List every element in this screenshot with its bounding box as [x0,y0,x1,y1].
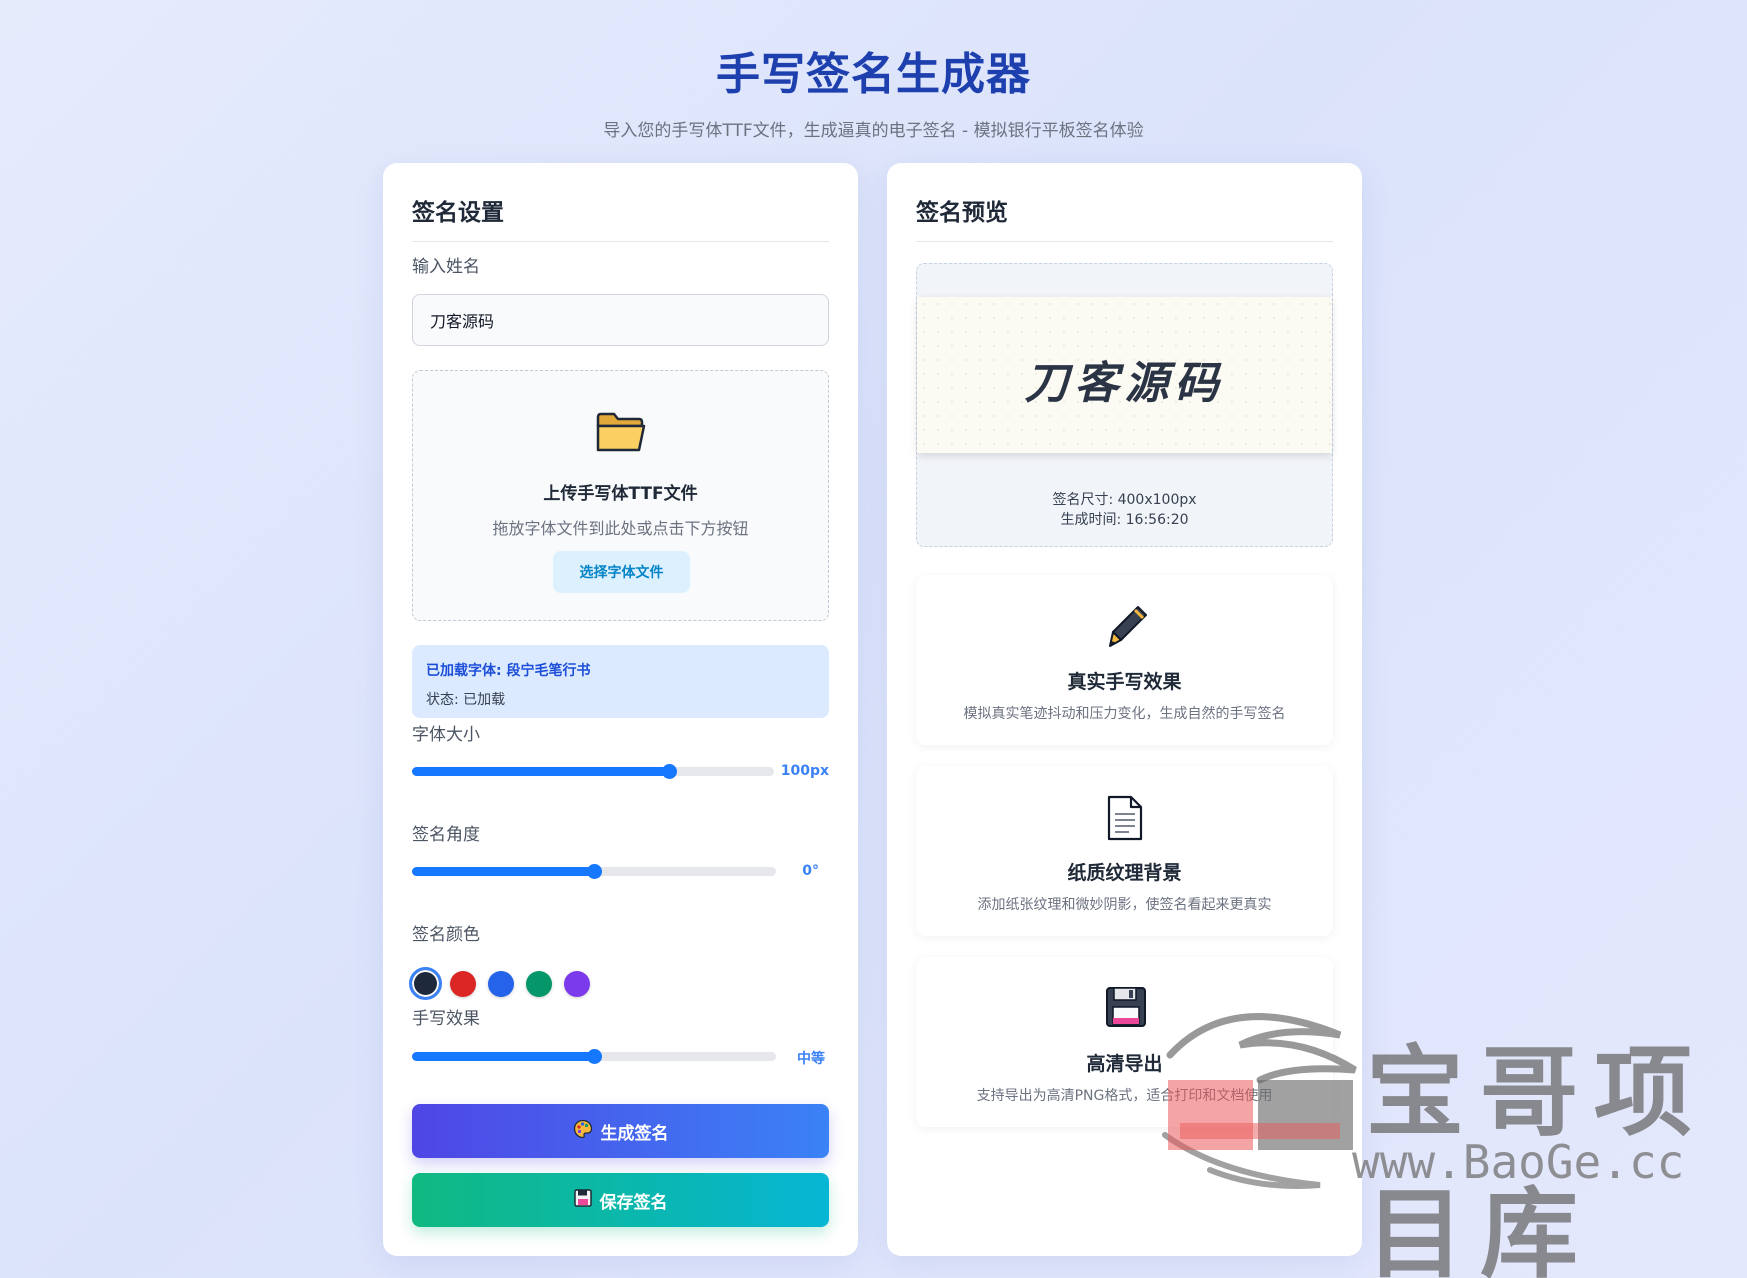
feature-title: 纸质纹理背景 [1067,862,1182,884]
name-label: 输入姓名 [412,257,480,277]
feature-desc: 添加纸张纹理和微妙阴影，使签名看起来更真实 [977,897,1272,913]
effect-slider-thumb[interactable] [587,1049,602,1064]
generate-time-text: 生成时间: 16:56:20 [1060,512,1189,528]
effect-value: 中等 [797,1051,825,1067]
floppy-icon [1104,985,1148,1033]
signature-size-text: 签名尺寸: 400x100px [1052,492,1197,508]
feature-hd-export: 高清导出 支持导出为高清PNG格式，适合打印和文档使用 [916,957,1333,1127]
angle-slider[interactable] [412,864,776,879]
folder-icon [595,411,647,457]
watermark-text: 宝哥项目库 [1366,1035,1709,1278]
feature-desc: 支持导出为高清PNG格式，适合打印和文档使用 [976,1088,1273,1104]
preview-card: 签名预览 刀客源码 签名尺寸: 400x100px 生成时间: 16:56:20… [887,163,1362,1256]
font-size-label: 字体大小 [412,725,480,745]
preview-title: 签名预览 [916,193,1333,242]
generate-button-label: 生成签名 [600,1123,669,1144]
settings-card: 签名设置 输入姓名 上传手写体TTF文件 拖放字体文件到此处或点击下方按钮 选择… [383,163,858,1256]
effect-label: 手写效果 [412,1009,480,1029]
feature-paper-texture: 纸质纹理背景 添加纸张纹理和微妙阴影，使签名看起来更真实 [916,766,1333,936]
generate-signature-button[interactable]: 生成签名 [412,1104,829,1158]
font-status-panel: 已加载字体: 段宁毛笔行书 状态: 已加载 [412,645,829,718]
upload-title: 上传手写体TTF文件 [543,484,698,504]
choose-font-button[interactable]: 选择字体文件 [553,551,690,593]
loaded-font-text: 已加载字体: 段宁毛笔行书 [426,663,591,679]
effect-slider-fill [412,1052,594,1061]
signature-paper: 刀客源码 [917,297,1332,453]
feature-handwriting: 真实手写效果 模拟真实笔迹抖动和压力变化，生成自然的手写签名 [916,575,1333,745]
font-size-value: 100px [780,763,829,779]
watermark-url: www.BaoGe.cc [1352,1135,1685,1189]
angle-slider-thumb[interactable] [587,864,602,879]
feature-title: 高清导出 [1086,1053,1163,1075]
page-subtitle: 导入您的手写体TTF文件，生成逼真的电子签名 - 模拟银行平板签名体验 [603,121,1144,141]
page-title: 手写签名生成器 [716,49,1031,100]
save-signature-button[interactable]: 保存签名 [412,1173,829,1227]
save-button-label: 保存签名 [599,1192,668,1213]
font-state-text: 状态: 已加载 [426,692,506,708]
font-size-slider-thumb[interactable] [662,764,678,779]
palette-icon [573,1119,593,1144]
color-label: 签名颜色 [412,925,480,945]
settings-title: 签名设置 [412,193,829,242]
font-size-slider-fill [412,767,670,776]
page-header: 手写签名生成器 导入您的手写体TTF文件，生成逼真的电子签名 - 模拟银行平板签… [0,38,1747,141]
angle-slider-fill [412,867,594,876]
color-swatch-green[interactable] [526,971,552,997]
floppy-icon [573,1188,592,1212]
font-upload-dropzone[interactable]: 上传手写体TTF文件 拖放字体文件到此处或点击下方按钮 选择字体文件 [412,370,829,621]
angle-value: 0° [802,863,819,879]
effect-slider[interactable] [412,1049,776,1064]
feature-desc: 模拟真实笔迹抖动和压力变化，生成自然的手写签名 [963,706,1286,722]
font-size-slider[interactable] [412,764,774,779]
feature-title: 真实手写效果 [1067,671,1182,693]
upload-hint: 拖放字体文件到此处或点击下方按钮 [492,519,749,538]
name-input[interactable] [412,294,829,346]
signature-preview: 刀客源码 签名尺寸: 400x100px 生成时间: 16:56:20 [916,263,1333,547]
preview-meta: 签名尺寸: 400x100px 生成时间: 16:56:20 [917,490,1332,530]
color-swatch-dark[interactable] [409,967,442,1000]
document-icon [1104,794,1146,846]
color-swatch-red[interactable] [450,971,476,997]
color-swatch-purple[interactable] [564,971,590,997]
signature-text: 刀客源码 [1024,358,1225,409]
angle-label: 签名角度 [412,825,480,845]
color-swatch-blue[interactable] [488,971,514,997]
pen-icon [1104,603,1150,655]
